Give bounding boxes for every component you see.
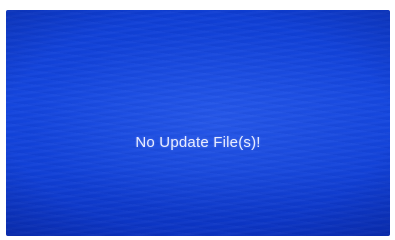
update-status-message: No Update File(s)! [135,134,261,151]
update-screen: No Update File(s)! [6,10,390,236]
photo-frame: No Update File(s)! [0,0,395,240]
